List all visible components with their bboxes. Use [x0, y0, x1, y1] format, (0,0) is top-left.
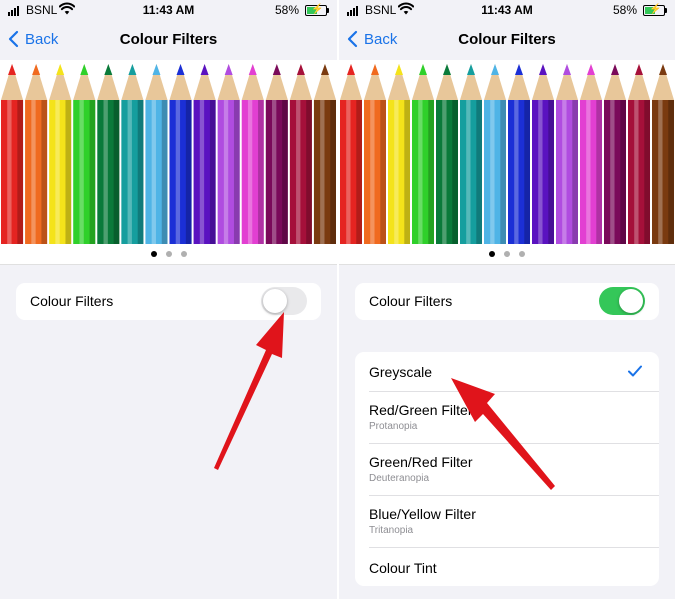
pencil [604, 64, 626, 244]
filter-subtitle: Protanopia [369, 421, 418, 432]
status-bar: BSNL 11:43 AM 58% ⚡ [0, 0, 337, 22]
battery-percentage: 58% [612, 3, 637, 17]
page-dot[interactable] [489, 251, 495, 257]
pencil [484, 64, 506, 244]
pencils-image [340, 64, 674, 244]
pencil [508, 64, 530, 244]
page-dot[interactable] [180, 251, 187, 257]
pencil [580, 64, 602, 244]
pencil [652, 64, 674, 244]
pencil [388, 64, 410, 244]
pencil [1, 64, 24, 244]
battery-icon: ⚡ [643, 4, 667, 16]
pencils-image [1, 64, 336, 244]
pencil [217, 64, 240, 244]
filter-subtitle: Tritanopia [369, 525, 414, 536]
page-dot[interactable] [165, 251, 172, 257]
page-indicator[interactable] [339, 244, 675, 265]
pencil [97, 64, 120, 244]
filter-subtitle: Deuteranopia [369, 473, 430, 484]
colour-pencils-preview[interactable] [0, 60, 337, 244]
colour-filters-toggle[interactable] [261, 287, 307, 315]
pencil [532, 64, 554, 244]
pencil [436, 64, 458, 244]
pencil [49, 64, 72, 244]
colour-filters-row: Colour Filters [355, 283, 659, 320]
pencil [289, 64, 312, 244]
pencil [313, 64, 336, 244]
pencil [73, 64, 96, 244]
filter-colour-tint[interactable]: Colour Tint [355, 548, 659, 586]
page-dot[interactable] [519, 251, 525, 257]
filter-name: Green/Red Filter [369, 454, 473, 470]
pencil [169, 64, 192, 244]
navigation-bar: Back Colour Filters [339, 22, 675, 60]
filter-list: Greyscale Red/Green Filter Protanopia Gr… [355, 352, 659, 586]
pencil [628, 64, 650, 244]
filter-greyscale[interactable]: Greyscale [355, 352, 659, 391]
filter-green-red[interactable]: Green/Red Filter Deuteranopia [355, 444, 659, 495]
filter-red-green[interactable]: Red/Green Filter Protanopia [355, 392, 659, 443]
filter-name: Blue/Yellow Filter [369, 506, 476, 522]
filter-name: Greyscale [369, 364, 433, 380]
filter-name: Colour Tint [369, 560, 437, 576]
colour-pencils-preview[interactable] [339, 60, 675, 244]
page-indicator[interactable] [0, 244, 337, 265]
colour-filters-toggle[interactable] [599, 287, 645, 315]
pencil [25, 64, 48, 244]
page-dot[interactable] [150, 251, 157, 257]
pencil [193, 64, 216, 244]
battery-icon: ⚡ [305, 4, 329, 16]
screen-colour-filters-on: BSNL 11:43 AM 58% ⚡ Back Colour Filters … [339, 0, 675, 599]
filter-name: Red/Green Filter [369, 402, 473, 418]
pencil [340, 64, 362, 244]
colour-filters-row: Colour Filters [16, 283, 321, 320]
colour-filters-label: Colour Filters [369, 293, 453, 309]
pencil [241, 64, 264, 244]
pencil [145, 64, 168, 244]
status-bar: BSNL 11:43 AM 58% ⚡ [339, 0, 675, 22]
navigation-bar: Back Colour Filters [0, 22, 337, 60]
pencil [556, 64, 578, 244]
pencil [121, 64, 144, 244]
filter-blue-yellow[interactable]: Blue/Yellow Filter Tritanopia [355, 496, 659, 547]
screen-colour-filters-off: BSNL 11:43 AM 58% ⚡ Back Colour Filters … [0, 0, 337, 599]
pencil [412, 64, 434, 244]
pencil [460, 64, 482, 244]
pencil [364, 64, 386, 244]
pencil [265, 64, 288, 244]
battery-percentage: 58% [274, 3, 299, 17]
annotation-arrow-icon [214, 312, 284, 470]
page-title: Colour Filters [458, 31, 556, 48]
colour-filters-label: Colour Filters [30, 293, 114, 309]
page-dot[interactable] [504, 251, 510, 257]
page-title: Colour Filters [119, 31, 218, 48]
checkmark-icon [628, 365, 642, 377]
